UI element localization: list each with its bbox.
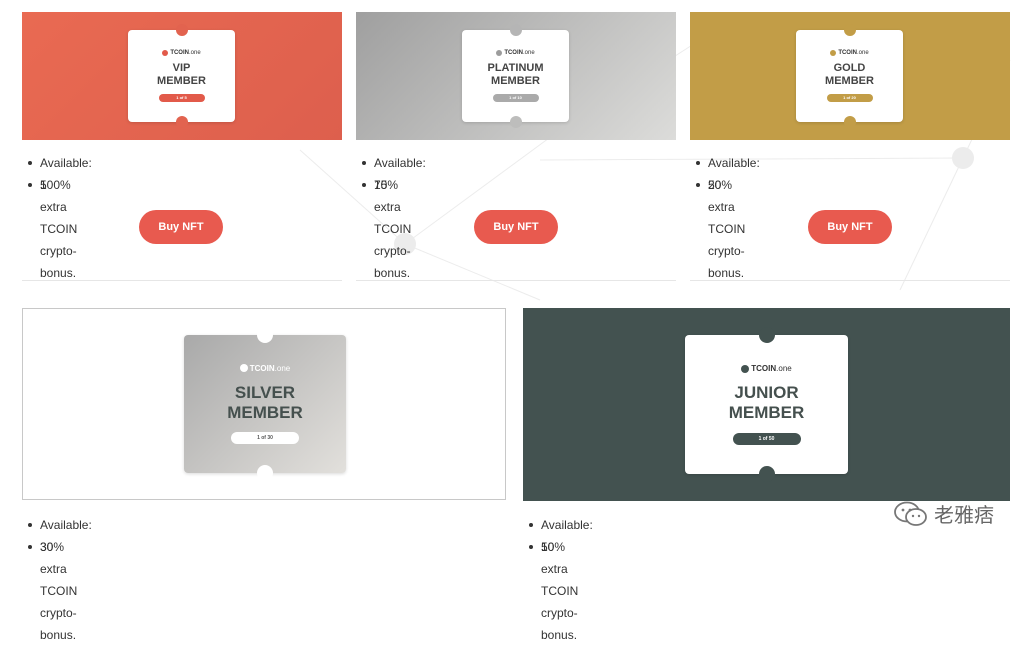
- divider: [22, 280, 342, 281]
- serial-badge: 1 of 10: [492, 93, 539, 102]
- coin-icon: [162, 50, 169, 57]
- buy-nft-button[interactable]: Buy NFT: [474, 210, 558, 244]
- membership-ticket: TCOIN .one PLATINUM MEMBER 1 of 10: [462, 24, 569, 128]
- card-details: Available: 30 30% extra TCOIN crypto-bon…: [22, 514, 92, 642]
- serial-badge: 1 of 20: [826, 93, 873, 102]
- bonus-text: 30% extra TCOIN crypto-bonus.: [22, 536, 92, 642]
- wechat-icon: [894, 501, 927, 526]
- buy-nft-button[interactable]: Buy NFT: [139, 210, 223, 244]
- divider: [690, 280, 1010, 281]
- available-count: Available: 50: [523, 514, 593, 554]
- membership-ticket: TCOIN .one SILVER MEMBER 1 of 30: [184, 327, 346, 481]
- available-count: Available: 20: [690, 152, 760, 192]
- card-banner: TCOIN .one SILVER MEMBER 1 of 30: [22, 308, 506, 500]
- divider: [356, 280, 676, 281]
- ticket-notch: [509, 116, 522, 128]
- ticket-notch: [509, 24, 522, 36]
- buy-nft-button[interactable]: Buy NFT: [808, 210, 892, 244]
- coin-icon: [830, 50, 837, 57]
- ticket-notch: [175, 116, 188, 128]
- ticket-notch: [843, 24, 856, 36]
- tcoin-logo: TCOIN .one: [741, 364, 792, 373]
- card-details: Available: 10 75% extra TCOIN crypto-bon…: [356, 152, 426, 280]
- serial-badge: 1 of 30: [231, 432, 299, 445]
- bonus-text: 50% extra TCOIN crypto-bonus.: [690, 174, 760, 280]
- network-node: [952, 147, 974, 169]
- membership-ticket: TCOIN .one VIP MEMBER 1 of 5: [128, 24, 235, 128]
- card-banner: TCOIN .one PLATINUM MEMBER 1 of 10: [356, 12, 676, 140]
- tier-name: PLATINUM MEMBER: [487, 62, 544, 87]
- tier-name: SILVER MEMBER: [227, 382, 303, 422]
- ticket-notch: [758, 327, 775, 343]
- ticket-notch: [257, 465, 273, 481]
- available-count: Available: 10: [356, 152, 426, 192]
- coin-icon: [239, 364, 248, 373]
- wechat-watermark: 老雅痞: [894, 499, 994, 528]
- card-details: Available: 5 100% extra TCOIN crypto-bon…: [22, 152, 92, 280]
- membership-ticket: TCOIN .one GOLD MEMBER 1 of 20: [796, 24, 903, 128]
- bonus-text: 75% extra TCOIN crypto-bonus.: [356, 174, 426, 280]
- ticket-notch: [175, 24, 188, 36]
- ticket-notch: [758, 466, 775, 482]
- card-details: Available: 50 10% extra TCOIN crypto-bon…: [523, 514, 593, 642]
- bonus-text: 100% extra TCOIN crypto-bonus.: [22, 174, 92, 280]
- tcoin-logo: TCOIN .one: [496, 50, 535, 57]
- watermark-text: 老雅痞: [934, 503, 994, 527]
- coin-icon: [496, 50, 503, 57]
- membership-ticket: TCOIN .one JUNIOR MEMBER 1 of 50: [685, 327, 848, 482]
- tcoin-logo: TCOIN .one: [162, 50, 201, 57]
- serial-badge: 1 of 50: [732, 432, 801, 445]
- coin-icon: [741, 364, 750, 373]
- card-banner: TCOIN .one VIP MEMBER 1 of 5: [22, 12, 342, 140]
- tier-name: GOLD MEMBER: [825, 62, 874, 87]
- serial-badge: 1 of 5: [158, 93, 205, 102]
- card-banner: TCOIN .one GOLD MEMBER 1 of 20: [690, 12, 1010, 140]
- card-banner: TCOIN .one JUNIOR MEMBER 1 of 50: [523, 308, 1010, 501]
- tier-name: JUNIOR MEMBER: [728, 383, 805, 422]
- available-count: Available: 5: [22, 152, 92, 192]
- available-count: Available: 30: [22, 514, 92, 554]
- ticket-notch: [257, 327, 273, 343]
- ticket-notch: [843, 116, 856, 128]
- tcoin-logo: TCOIN .one: [239, 364, 290, 373]
- bonus-text: 10% extra TCOIN crypto-bonus.: [523, 536, 593, 642]
- card-details: Available: 20 50% extra TCOIN crypto-bon…: [690, 152, 760, 280]
- tcoin-logo: TCOIN .one: [830, 50, 869, 57]
- tier-name: VIP MEMBER: [157, 62, 206, 87]
